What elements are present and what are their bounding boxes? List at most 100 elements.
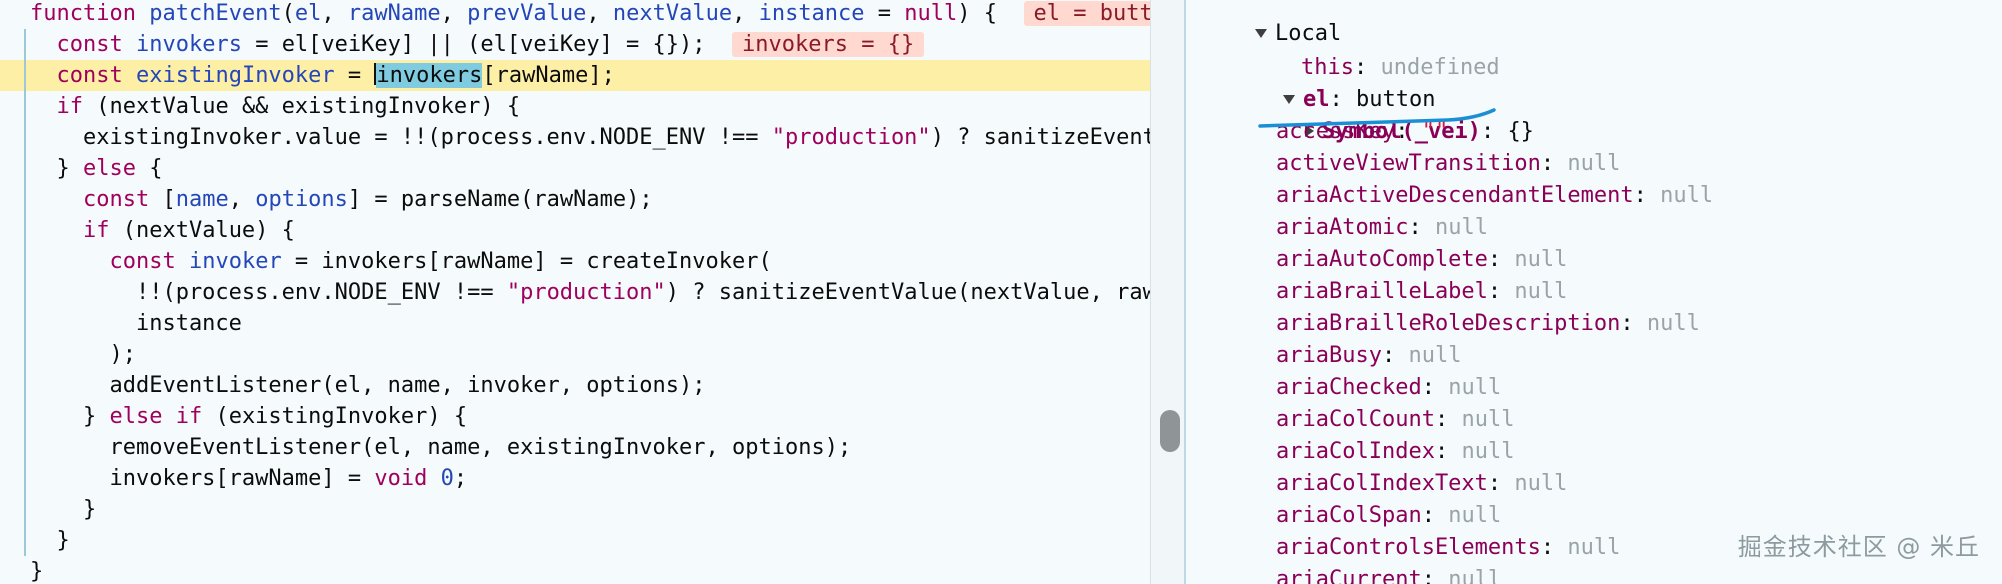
code-token: } xyxy=(30,559,44,584)
property-key: ariaControlsElements xyxy=(1276,535,1541,560)
property-row[interactable]: ariaColIndexText: null xyxy=(1276,468,1567,500)
code-line[interactable]: instance xyxy=(0,308,1150,339)
code-text: const existingInvoker = invokers[rawName… xyxy=(30,60,615,91)
code-token: [rawName]; xyxy=(482,63,615,88)
property-separator: : xyxy=(1540,535,1568,560)
property-row[interactable]: ariaColIndex: null xyxy=(1276,436,1514,468)
inline-value-preview[interactable]: el = button xyxy=(1023,1,1150,26)
code-token: ] = parseName(rawName); xyxy=(347,187,653,212)
code-line[interactable]: addEventListener(el, name, invoker, opti… xyxy=(0,370,1150,401)
code-token: rawName xyxy=(347,1,441,26)
property-value: null xyxy=(1646,311,1700,336)
scrollbar-thumb[interactable] xyxy=(1160,410,1180,452)
code-token: = xyxy=(864,1,905,26)
property-key: ariaBusy xyxy=(1276,343,1382,368)
indent-guide xyxy=(24,277,26,308)
code-token: (existingInvoker) { xyxy=(202,404,468,429)
property-value: null xyxy=(1514,279,1568,304)
code-line[interactable]: function patchEvent(el, rawName, prevVal… xyxy=(0,0,1150,29)
el-row[interactable]: el: button xyxy=(1230,52,1435,112)
code-line[interactable]: const [name, options] = parseName(rawNam… xyxy=(0,184,1150,215)
code-line[interactable]: if (nextValue) { xyxy=(0,215,1150,246)
code-token: "production" xyxy=(771,125,931,150)
inline-value-preview[interactable]: invokers = {} xyxy=(732,32,925,57)
property-row[interactable]: ariaCurrent: null xyxy=(1276,564,1501,584)
code-token: else if xyxy=(109,404,203,429)
code-text: instance xyxy=(30,308,242,339)
code-token: , xyxy=(586,1,613,26)
editor-scrollbar[interactable] xyxy=(1150,0,1185,584)
code-line[interactable]: } else if (existingInvoker) { xyxy=(0,401,1150,432)
property-value: null xyxy=(1408,343,1462,368)
property-value: null xyxy=(1461,407,1515,432)
property-value: null xyxy=(1567,535,1621,560)
indent-guide xyxy=(24,215,26,246)
property-row[interactable]: activeViewTransition: null xyxy=(1276,148,1620,180)
indent-guide xyxy=(24,525,26,556)
code-line[interactable]: } xyxy=(0,525,1150,556)
indent-guide xyxy=(24,494,26,525)
code-editor[interactable]: function patchEvent(el, rawName, prevVal… xyxy=(0,0,1150,584)
property-row[interactable]: ariaColSpan: null xyxy=(1276,500,1501,532)
property-separator: : xyxy=(1487,279,1515,304)
property-row[interactable]: ariaAutoComplete: null xyxy=(1276,244,1567,276)
property-row[interactable]: ariaChecked: null xyxy=(1276,372,1501,404)
code-token: = el[veiKey] || (el[veiKey] = {}); xyxy=(241,32,733,57)
selected-token: invokers xyxy=(376,63,483,88)
indent-guide xyxy=(24,308,26,339)
code-token: { xyxy=(135,156,163,181)
code-line[interactable]: const existingInvoker = invokers[rawName… xyxy=(0,60,1150,91)
code-token: invokers[rawName] = xyxy=(30,466,375,491)
code-text: const invokers = el[veiKey] || (el[veiKe… xyxy=(30,29,925,60)
property-key: ariaCurrent xyxy=(1276,567,1422,584)
code-line[interactable]: if (nextValue && existingInvoker) { xyxy=(0,91,1150,122)
code-text: if (nextValue) { xyxy=(30,215,295,246)
code-line[interactable]: !!(process.env.NODE_ENV !== "production"… xyxy=(0,277,1150,308)
code-text: const invoker = invokers[rawName] = crea… xyxy=(30,246,771,277)
property-key: ariaAutoComplete xyxy=(1276,247,1488,272)
code-line[interactable]: invokers[rawName] = void 0; xyxy=(0,463,1150,494)
code-line[interactable]: const invokers = el[veiKey] || (el[veiKe… xyxy=(0,29,1150,60)
code-line[interactable]: } xyxy=(0,556,1150,584)
property-row[interactable]: ariaBusy: null xyxy=(1276,340,1461,372)
property-row[interactable]: ariaColCount: null xyxy=(1276,404,1514,436)
code-token: (nextValue) { xyxy=(109,218,295,243)
code-token: patchEvent xyxy=(149,1,282,26)
code-text: } xyxy=(30,525,69,556)
property-key: ariaAtomic xyxy=(1276,215,1409,240)
property-row[interactable]: ariaBrailleLabel: null xyxy=(1276,276,1567,308)
code-line[interactable]: ); xyxy=(0,339,1150,370)
code-line[interactable]: removeEventListener(el, name, existingIn… xyxy=(0,432,1150,463)
property-row[interactable]: ariaAtomic: null xyxy=(1276,212,1488,244)
property-separator: : xyxy=(1421,567,1449,584)
property-value: null xyxy=(1461,439,1515,464)
this-row[interactable]: this: undefined xyxy=(1248,20,1500,80)
code-token: invokers xyxy=(135,32,242,57)
indent-guide xyxy=(24,122,26,153)
code-token: ) ? sanitizeEventValue(nextValue, raw xyxy=(665,280,1150,305)
property-row[interactable]: ariaActiveDescendantElement: null xyxy=(1276,180,1713,212)
code-token: const xyxy=(56,32,136,57)
property-row[interactable]: ariaBrailleRoleDescription: null xyxy=(1276,308,1700,340)
scope-local-header[interactable]: Local xyxy=(1202,0,1341,46)
code-token: } xyxy=(30,404,110,429)
property-key: ariaColIndexText xyxy=(1276,471,1488,496)
code-line[interactable]: existingInvoker.value = !!(process.env.N… xyxy=(0,122,1150,153)
code-token: instance xyxy=(758,1,865,26)
code-line[interactable]: const invoker = invokers[rawName] = crea… xyxy=(0,246,1150,277)
code-line[interactable]: } else { xyxy=(0,153,1150,184)
property-separator: : xyxy=(1421,503,1449,528)
code-line[interactable]: } xyxy=(0,494,1150,525)
indent-guide xyxy=(24,60,26,91)
property-row[interactable]: ariaControlsElements: null xyxy=(1276,532,1620,564)
code-token: invoker xyxy=(188,249,282,274)
property-value: null xyxy=(1448,503,1502,528)
indent-guide xyxy=(24,91,26,122)
indent-guide xyxy=(24,370,26,401)
property-separator: : xyxy=(1421,375,1449,400)
code-token: prevValue xyxy=(467,1,587,26)
code-token: const xyxy=(109,249,189,274)
code-token: addEventListener(el, name, invoker, opti… xyxy=(30,373,706,398)
